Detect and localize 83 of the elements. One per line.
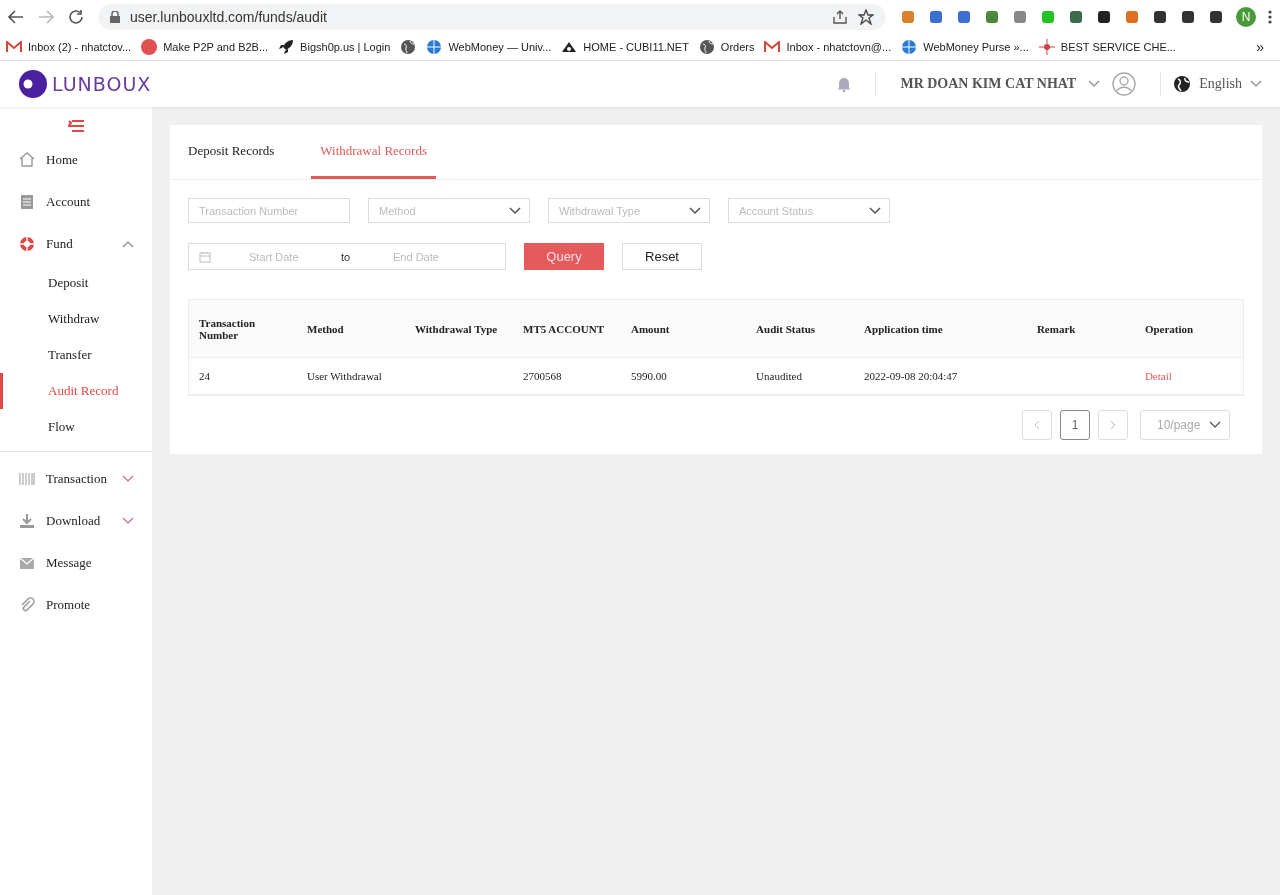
star-icon[interactable] — [858, 9, 874, 25]
bookmark[interactable]: HOME - CUBI11.NET — [561, 40, 689, 54]
globe-icon — [901, 39, 918, 55]
badge-icon — [141, 39, 158, 55]
column-header: Transaction Number — [189, 300, 297, 358]
table-cell: Unaudited — [756, 370, 802, 382]
table-cell: User Withdrawal — [307, 370, 382, 382]
chevron-down-icon — [869, 206, 881, 215]
brand-logo-text: LUNBOUX — [52, 73, 152, 95]
document-icon — [18, 193, 36, 211]
home-icon — [18, 151, 36, 169]
date-range-field[interactable]: Start Date to End Date — [188, 243, 506, 270]
page-button[interactable]: 1 — [1060, 410, 1090, 440]
table-cell: 5990.00 — [631, 370, 667, 382]
column-header: Operation — [1134, 300, 1243, 358]
chevron-up-icon — [122, 240, 134, 248]
sidebar-item[interactable]: Download — [0, 500, 152, 542]
chevron-down-icon — [122, 517, 134, 525]
mail-icon — [6, 41, 22, 53]
submenu-item[interactable]: Withdraw — [0, 301, 152, 337]
bookmark[interactable]: Orders — [698, 39, 755, 55]
bookmark[interactable]: BEST SERVICE CHE... — [1038, 39, 1176, 55]
globe-icon — [1173, 75, 1192, 93]
table-cell: 24 — [199, 370, 210, 382]
url-text: user.lunbouxltd.com/funds/audit — [130, 9, 327, 25]
sidebar-item[interactable]: Fund — [0, 223, 152, 265]
chevron-down-icon — [1209, 421, 1221, 429]
address-bar[interactable]: user.lunbouxltd.com/funds/audit — [98, 4, 886, 30]
calendar-icon — [199, 250, 211, 263]
column-header: Audit Status — [746, 300, 855, 358]
share-icon[interactable] — [832, 9, 848, 25]
bookmark[interactable]: Inbox - nhatctovn@... — [764, 41, 892, 53]
submenu-item[interactable]: Flow — [0, 409, 152, 445]
chevron-down-icon — [1088, 80, 1101, 88]
sidebar-item[interactable]: Message — [0, 542, 152, 584]
more-icon[interactable] — [1268, 9, 1272, 25]
bookmark[interactable]: WebMoney Purse »... — [901, 39, 1029, 55]
rocket-icon — [278, 39, 295, 55]
submenu-item[interactable]: Transfer — [0, 337, 152, 373]
table-cell: 2022-09-08 20:04:47 — [864, 370, 958, 382]
sidebar-item[interactable]: Home — [0, 139, 152, 181]
chevron-down-icon — [509, 206, 521, 215]
chevron-left-icon — [1034, 420, 1040, 430]
reset-button[interactable]: Reset — [622, 243, 702, 270]
submenu-item[interactable]: Deposit — [0, 265, 152, 301]
chevron-right-icon — [1110, 420, 1116, 430]
download-icon — [18, 512, 36, 530]
globe-icon — [426, 39, 443, 55]
sidebar-item[interactable]: Promote — [0, 584, 152, 626]
chevron-down-icon — [122, 475, 134, 483]
tab[interactable]: Deposit Records — [179, 125, 284, 179]
menu-icon[interactable] — [68, 119, 84, 133]
lock-icon — [110, 11, 120, 23]
barcode-icon — [18, 470, 36, 488]
column-header: Application time — [854, 300, 1027, 358]
globe-icon — [400, 39, 417, 55]
column-header: Amount — [621, 300, 747, 358]
bookmark[interactable]: WebMoney — Univ... — [426, 39, 552, 55]
bookmark[interactable]: Inbox (2) - nhatctov... — [6, 41, 132, 53]
detail-link[interactable]: Detail — [1144, 370, 1172, 382]
logo-icon — [18, 69, 48, 99]
reload-icon[interactable] — [68, 9, 84, 25]
user-name[interactable]: MR DOAN KIM CAT NHAT — [900, 76, 1077, 92]
table-cell: 2700568 — [523, 370, 562, 382]
sidebar-item[interactable]: Account — [0, 181, 152, 223]
column-header: MT5 ACCOUNT — [513, 300, 621, 358]
language-selector[interactable]: English — [1199, 76, 1242, 92]
bookmarks-overflow[interactable]: » — [1256, 39, 1274, 55]
sidebar-item[interactable]: Transaction — [0, 458, 152, 500]
column-header: Withdrawal Type — [405, 300, 513, 358]
bookmark[interactable]: Bigsh0p.us | Login — [278, 39, 391, 55]
column-header: Remark — [1026, 300, 1135, 358]
mail-icon — [764, 41, 781, 53]
lifebuoy-icon — [18, 235, 36, 253]
chevron-down-icon — [1250, 80, 1262, 88]
globe-icon — [698, 39, 715, 55]
tab[interactable]: Withdrawal Records — [311, 125, 436, 179]
sparkle-icon — [1038, 39, 1055, 55]
back-icon[interactable] — [8, 10, 24, 24]
column-header: Method — [297, 300, 405, 358]
chevron-down-icon — [689, 206, 701, 215]
bookmark[interactable]: Make P2P and B2B... — [141, 39, 269, 55]
profile-avatar[interactable]: N — [1236, 7, 1256, 27]
